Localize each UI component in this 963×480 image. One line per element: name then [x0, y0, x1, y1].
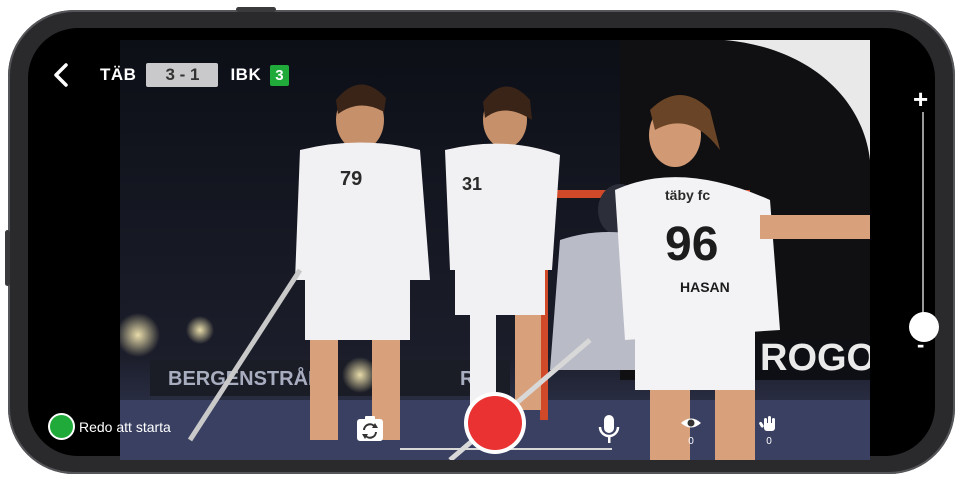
reactions-counter: 0 — [758, 415, 780, 447]
plus-icon[interactable]: + — [913, 86, 928, 112]
scoreboard-bar: TÄB 3 - 1 IBK 3 — [52, 60, 289, 90]
minus-icon[interactable]: - — [917, 334, 924, 356]
jersey-name-right: HASAN — [680, 279, 730, 295]
chevron-left-icon[interactable] — [52, 62, 70, 88]
hand-icon — [759, 416, 775, 431]
reactions-count: 0 — [766, 436, 772, 447]
status-label: Redo att starta — [79, 418, 171, 435]
eye-icon — [681, 418, 701, 428]
camera-rotate-icon[interactable] — [354, 413, 386, 445]
jersey-number-right: 96 — [665, 218, 718, 271]
period-badge[interactable]: 3 — [270, 64, 289, 86]
zoom-track[interactable] — [922, 112, 924, 322]
banner-left-text: BERGENSTRÅLE — [168, 366, 334, 390]
viewers-counter: 0 — [680, 415, 702, 447]
status-dot-icon — [48, 413, 75, 440]
zoom-slider[interactable]: + - — [903, 86, 943, 360]
score-display[interactable]: 3 - 1 — [146, 63, 219, 87]
away-team-label: IBK — [230, 65, 262, 84]
jersey-number-middle: 31 — [462, 174, 482, 194]
home-team-label: TÄB — [100, 65, 137, 84]
record-button[interactable] — [464, 392, 526, 454]
jersey-number-left: 79 — [340, 168, 362, 190]
jersey-club-right: täby fc — [665, 187, 710, 203]
volume-button-top — [236, 7, 276, 12]
viewers-count: 0 — [688, 436, 694, 447]
microphone-icon[interactable] — [596, 413, 622, 445]
volume-button-bottom — [5, 230, 10, 286]
record-button-inner — [468, 396, 522, 450]
status-indicator: Redo att starta — [48, 413, 171, 440]
banner-right-text: ROGON — [760, 337, 870, 379]
